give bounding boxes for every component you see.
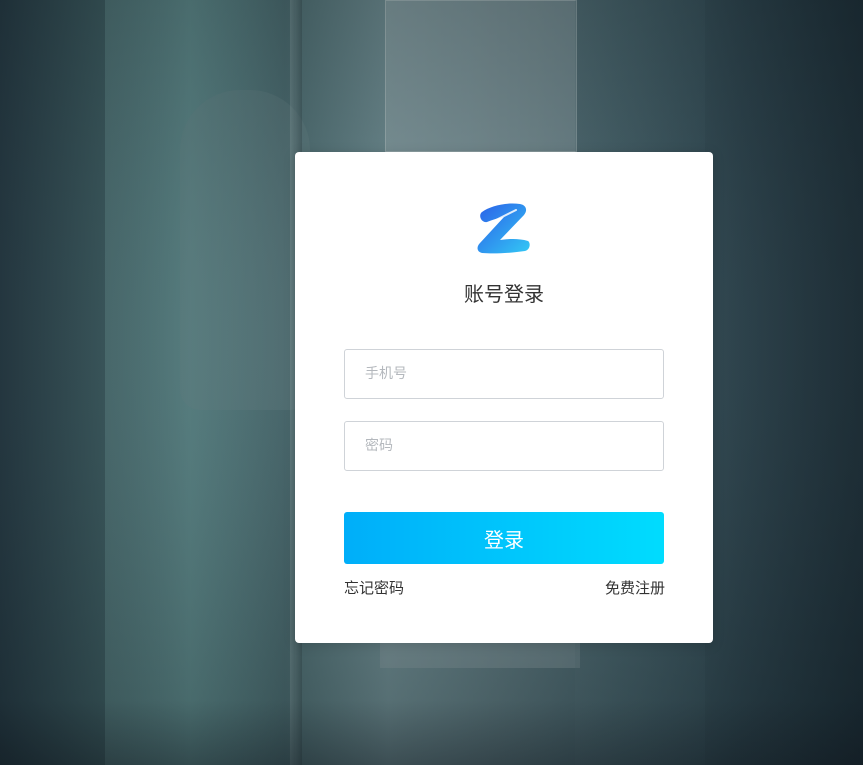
background-dark-right <box>705 0 863 765</box>
login-card: 账号登录 登录 忘记密码 免费注册 <box>295 152 713 643</box>
z-logo-icon <box>477 203 530 254</box>
background-person-silhouette <box>180 90 310 410</box>
login-page: 账号登录 登录 忘记密码 免费注册 <box>0 0 863 765</box>
background-door-left <box>105 0 295 765</box>
password-input[interactable] <box>344 421 664 471</box>
login-title: 账号登录 <box>464 282 544 306</box>
background-panel-lower <box>380 640 580 668</box>
register-link[interactable]: 免费注册 <box>605 578 665 598</box>
phone-input[interactable] <box>344 349 664 399</box>
background-floor <box>0 700 863 765</box>
forgot-password-link[interactable]: 忘记密码 <box>344 578 404 598</box>
login-button[interactable]: 登录 <box>344 512 664 564</box>
background-wall-panel <box>385 0 577 152</box>
